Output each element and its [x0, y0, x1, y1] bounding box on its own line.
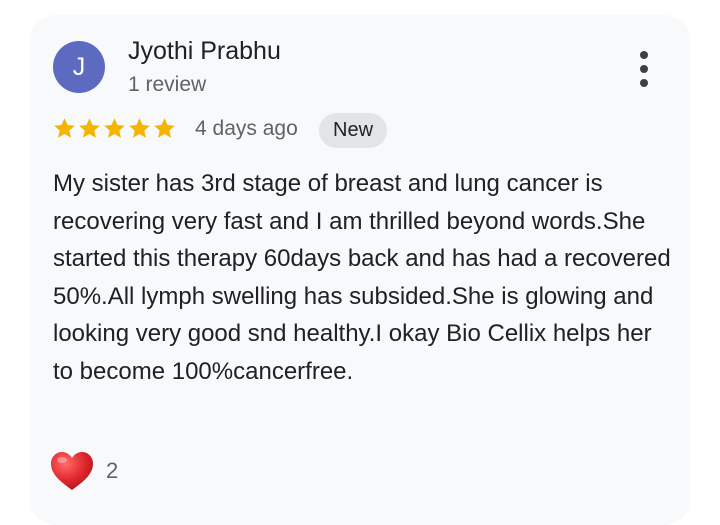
more-options-button[interactable]	[632, 47, 656, 91]
star-icon	[154, 117, 175, 138]
heart-reaction-button[interactable]	[48, 449, 96, 493]
more-vertical-icon-dot	[640, 51, 648, 59]
author-review-count: 1 review	[128, 73, 207, 96]
star-icon	[79, 117, 100, 138]
heart-icon	[51, 452, 93, 490]
star-icon	[129, 117, 150, 138]
avatar[interactable]: J	[53, 41, 105, 93]
star-icon	[54, 117, 75, 138]
more-vertical-icon-dot	[640, 65, 648, 73]
author-name[interactable]: Jyothi Prabhu	[128, 37, 281, 66]
reaction-count: 2	[106, 458, 119, 483]
star-icon	[104, 117, 125, 138]
star-rating	[52, 111, 177, 145]
more-vertical-icon-dot	[640, 79, 648, 87]
review-age: 4 days ago	[195, 117, 298, 140]
review-card: J Jyothi Prabhu 1 review 4 days ago New …	[30, 15, 690, 525]
new-badge: New	[319, 113, 388, 148]
review-text: My sister has 3rd stage of breast and lu…	[53, 170, 671, 385]
